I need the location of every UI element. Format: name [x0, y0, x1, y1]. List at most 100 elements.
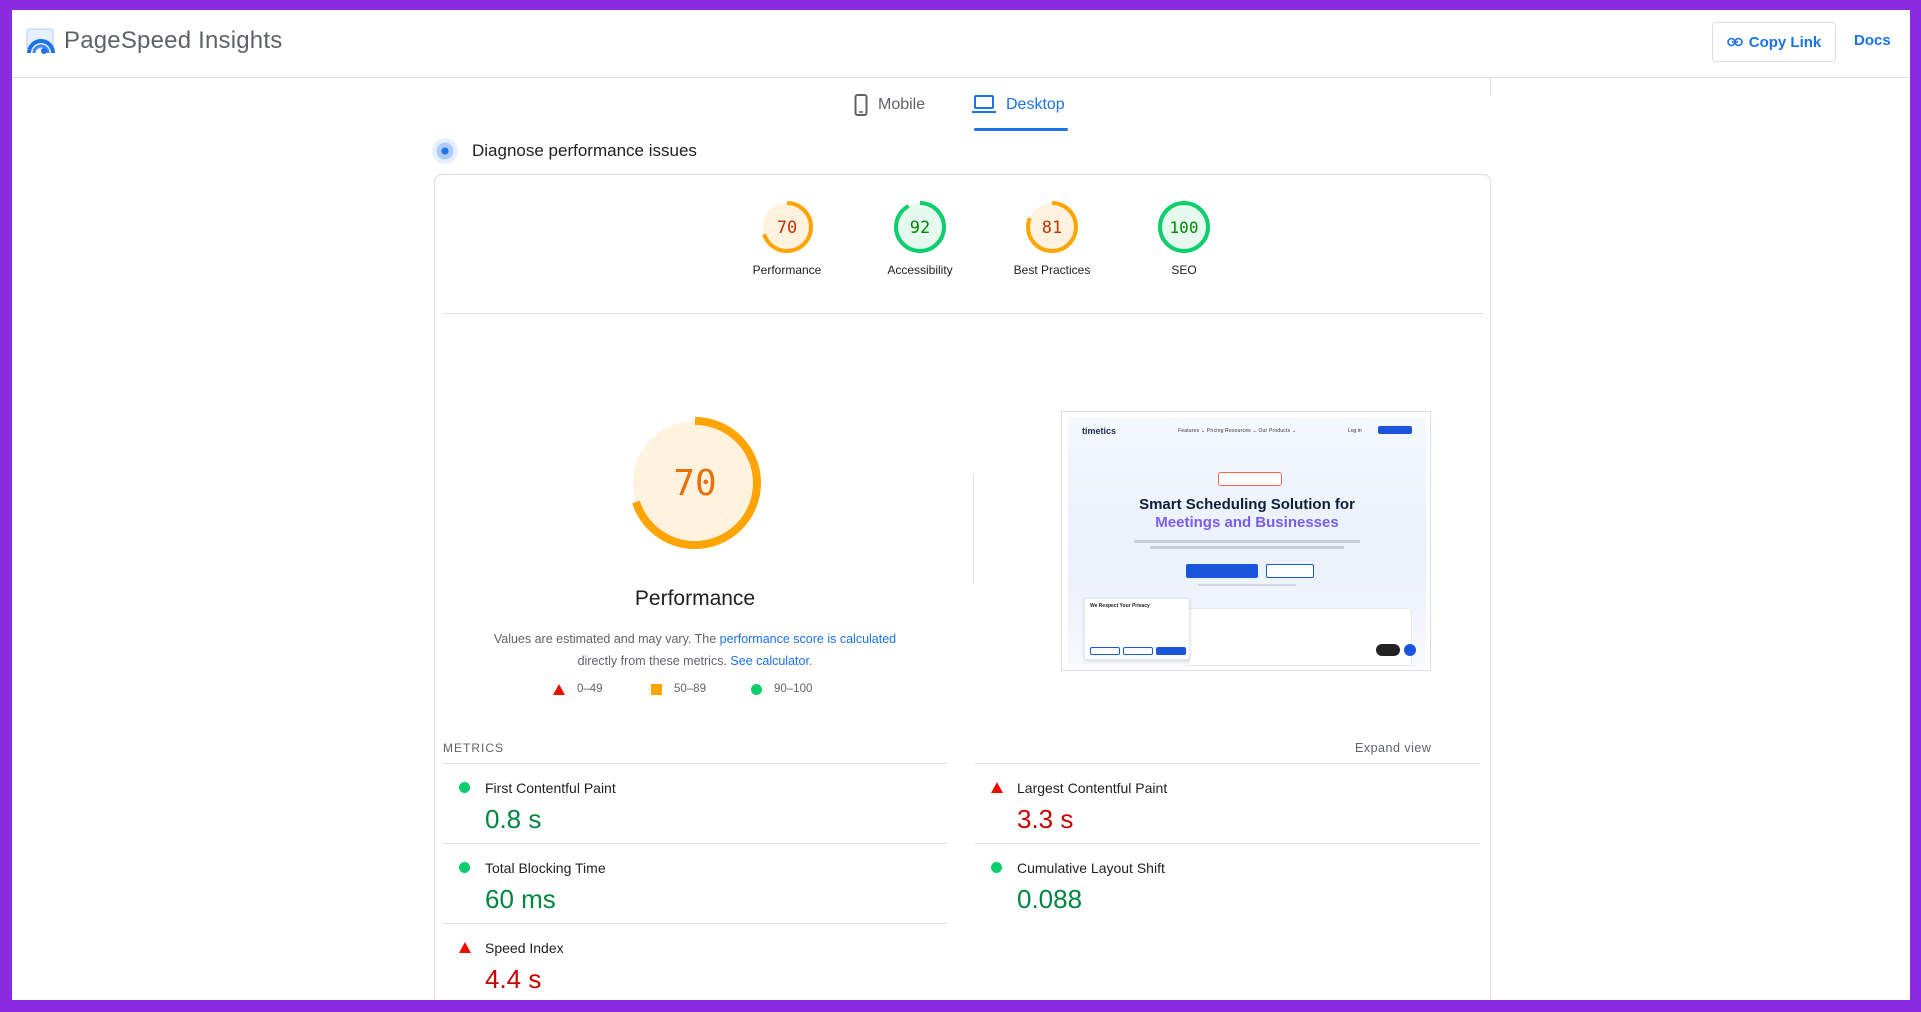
circle-icon: [751, 683, 762, 695]
tab-mobile[interactable]: Mobile: [854, 94, 925, 132]
tab-desktop[interactable]: Desktop: [972, 94, 1065, 132]
gauge-label: SEO: [1171, 263, 1197, 277]
docs-link[interactable]: Docs: [1854, 32, 1891, 49]
legend-range: 50–89: [674, 683, 706, 695]
metric-name: Total Blocking Time: [485, 860, 606, 876]
legend-average: 50–89: [651, 683, 706, 695]
app-title[interactable]: PageSpeed Insights: [64, 27, 282, 55]
score-ring-icon: 70: [761, 201, 813, 253]
thumb-note: [1198, 584, 1296, 586]
thumb-privacy-btn: [1156, 647, 1186, 655]
gauge-score: 92: [910, 218, 930, 238]
metric-name: Speed Index: [485, 940, 564, 956]
thumb-privacy-popup: We Respect Your Privacy: [1084, 598, 1190, 660]
metric-speed-index: Speed Index 4.4 s: [443, 923, 948, 1000]
gauge-score: 70: [777, 218, 797, 238]
diagnose-section-header: Diagnose performance issues: [432, 138, 697, 164]
gauge-score: 100: [1170, 218, 1199, 237]
performance-title: Performance: [634, 587, 756, 610]
browser-page: PageSpeed Insights Copy Link Docs Mobile…: [12, 10, 1910, 1000]
metric-tbt: Total Blocking Time 60 ms: [443, 843, 948, 923]
thumb-chat-widget: [1376, 644, 1400, 656]
top-app-bar: PageSpeed Insights Copy Link Docs: [12, 10, 1910, 78]
metric-value: 4.4 s: [485, 964, 542, 994]
desc-text: Values are estimated and may vary. The: [493, 632, 720, 646]
thumb-login: Log in: [1348, 428, 1362, 434]
screenshot-image: timetics Features ⌄ Pricing Resources ⌄ …: [1068, 418, 1426, 666]
gauge-performance[interactable]: 70 Performance: [732, 199, 842, 277]
metric-value: 3.3 s: [1017, 804, 1074, 834]
metric-name: Cumulative Layout Shift: [1017, 860, 1165, 876]
gauge-label: Accessibility: [887, 263, 953, 277]
score-legend: 0–49 50–89 90–100: [435, 683, 955, 703]
legend-fail: 0–49: [553, 683, 603, 695]
lab-data-icon: [432, 138, 458, 164]
category-gauges: 70 Performance 92 Accessibility 81 Best: [435, 175, 1490, 305]
active-tab-indicator: [974, 128, 1068, 131]
score-calculated-link[interactable]: performance score is calculated: [720, 632, 896, 646]
thumb-button-primary: [1186, 564, 1258, 578]
diagnose-title: Diagnose performance issues: [472, 141, 697, 160]
metric-name: Largest Contentful Paint: [1017, 780, 1168, 796]
thumb-logo: timetics: [1082, 426, 1117, 436]
gauge-accessibility[interactable]: 92 Accessibility: [865, 199, 975, 277]
legend-pass: 90–100: [751, 683, 812, 695]
gauge-best-practices[interactable]: 81 Best Practices: [997, 199, 1107, 277]
divider: [1490, 78, 1491, 96]
smartphone-icon: [854, 94, 868, 116]
laptop-icon: [972, 95, 996, 113]
legend-range: 0–49: [577, 683, 603, 695]
performance-score-gauge: 70: [629, 417, 761, 549]
gauge-seo[interactable]: 100 SEO: [1129, 199, 1239, 277]
thumb-dashboard: [1188, 608, 1412, 666]
copy-link-label: Copy Link: [1748, 33, 1822, 51]
thumb-headline: Smart Scheduling Solution for: [1139, 496, 1355, 513]
copy-link-button[interactable]: Copy Link: [1712, 22, 1836, 62]
fail-triangle-icon: [991, 782, 1003, 793]
pass-circle-icon: [991, 862, 1002, 873]
thumb-privacy-title: We Respect Your Privacy: [1090, 603, 1150, 609]
pagespeed-logo-icon: [26, 28, 55, 54]
thumb-badge: [1218, 472, 1282, 486]
thumb-privacy-btn: [1090, 647, 1120, 655]
fail-triangle-icon: [459, 942, 471, 953]
final-screenshot[interactable]: timetics Features ⌄ Pricing Resources ⌄ …: [1061, 411, 1431, 671]
metric-name: First Contentful Paint: [485, 780, 616, 796]
gauge-label: Performance: [752, 263, 822, 277]
thumb-nav: Features ⌄ Pricing Resources ⌄ Our Produ…: [1178, 428, 1297, 434]
triangle-icon: [553, 683, 565, 695]
divider: [973, 475, 974, 583]
report-card: 70 Performance 92 Accessibility 81 Best: [434, 174, 1491, 1000]
legend-range: 90–100: [774, 683, 813, 695]
performance-description: Values are estimated and may vary. The p…: [475, 628, 915, 672]
metrics-heading: METRICS: [443, 741, 504, 755]
tab-mobile-label: Mobile: [878, 96, 926, 113]
metric-lcp: Largest Contentful Paint 3.3 s: [975, 763, 1480, 843]
divider: [443, 313, 1484, 314]
performance-score: 70: [673, 463, 716, 504]
gauge-label: Best Practices: [1013, 263, 1091, 277]
thumb-privacy-btn: [1123, 647, 1153, 655]
gauge-score: 81: [1042, 218, 1062, 238]
score-ring-icon: 81: [1026, 201, 1078, 253]
pass-circle-icon: [459, 862, 470, 873]
score-ring-icon: 100: [1158, 201, 1210, 253]
square-icon: [651, 683, 662, 695]
see-calculator-link[interactable]: See calculator: [730, 654, 809, 668]
metric-value: 0.088: [1017, 884, 1083, 914]
thumb-subtext: [1150, 546, 1344, 549]
thumb-button-secondary: [1266, 564, 1314, 578]
metric-cls: Cumulative Layout Shift 0.088: [975, 843, 1480, 923]
metric-fcp: First Contentful Paint 0.8 s: [443, 763, 948, 843]
thumb-cta: [1378, 426, 1412, 434]
score-ring-icon: 92: [894, 201, 946, 253]
metric-value: 60 ms: [485, 884, 556, 914]
tab-desktop-label: Desktop: [1006, 96, 1065, 113]
desc-text: .: [808, 654, 813, 668]
thumb-headline-accent: Meetings and Businesses: [1155, 514, 1339, 531]
metric-value: 0.8 s: [485, 804, 542, 834]
thumb-chat-icon: [1404, 644, 1416, 656]
thumb-subtext: [1134, 540, 1360, 543]
expand-view-toggle[interactable]: Expand view: [1355, 741, 1431, 755]
desc-text: directly from these metrics.: [577, 654, 731, 668]
